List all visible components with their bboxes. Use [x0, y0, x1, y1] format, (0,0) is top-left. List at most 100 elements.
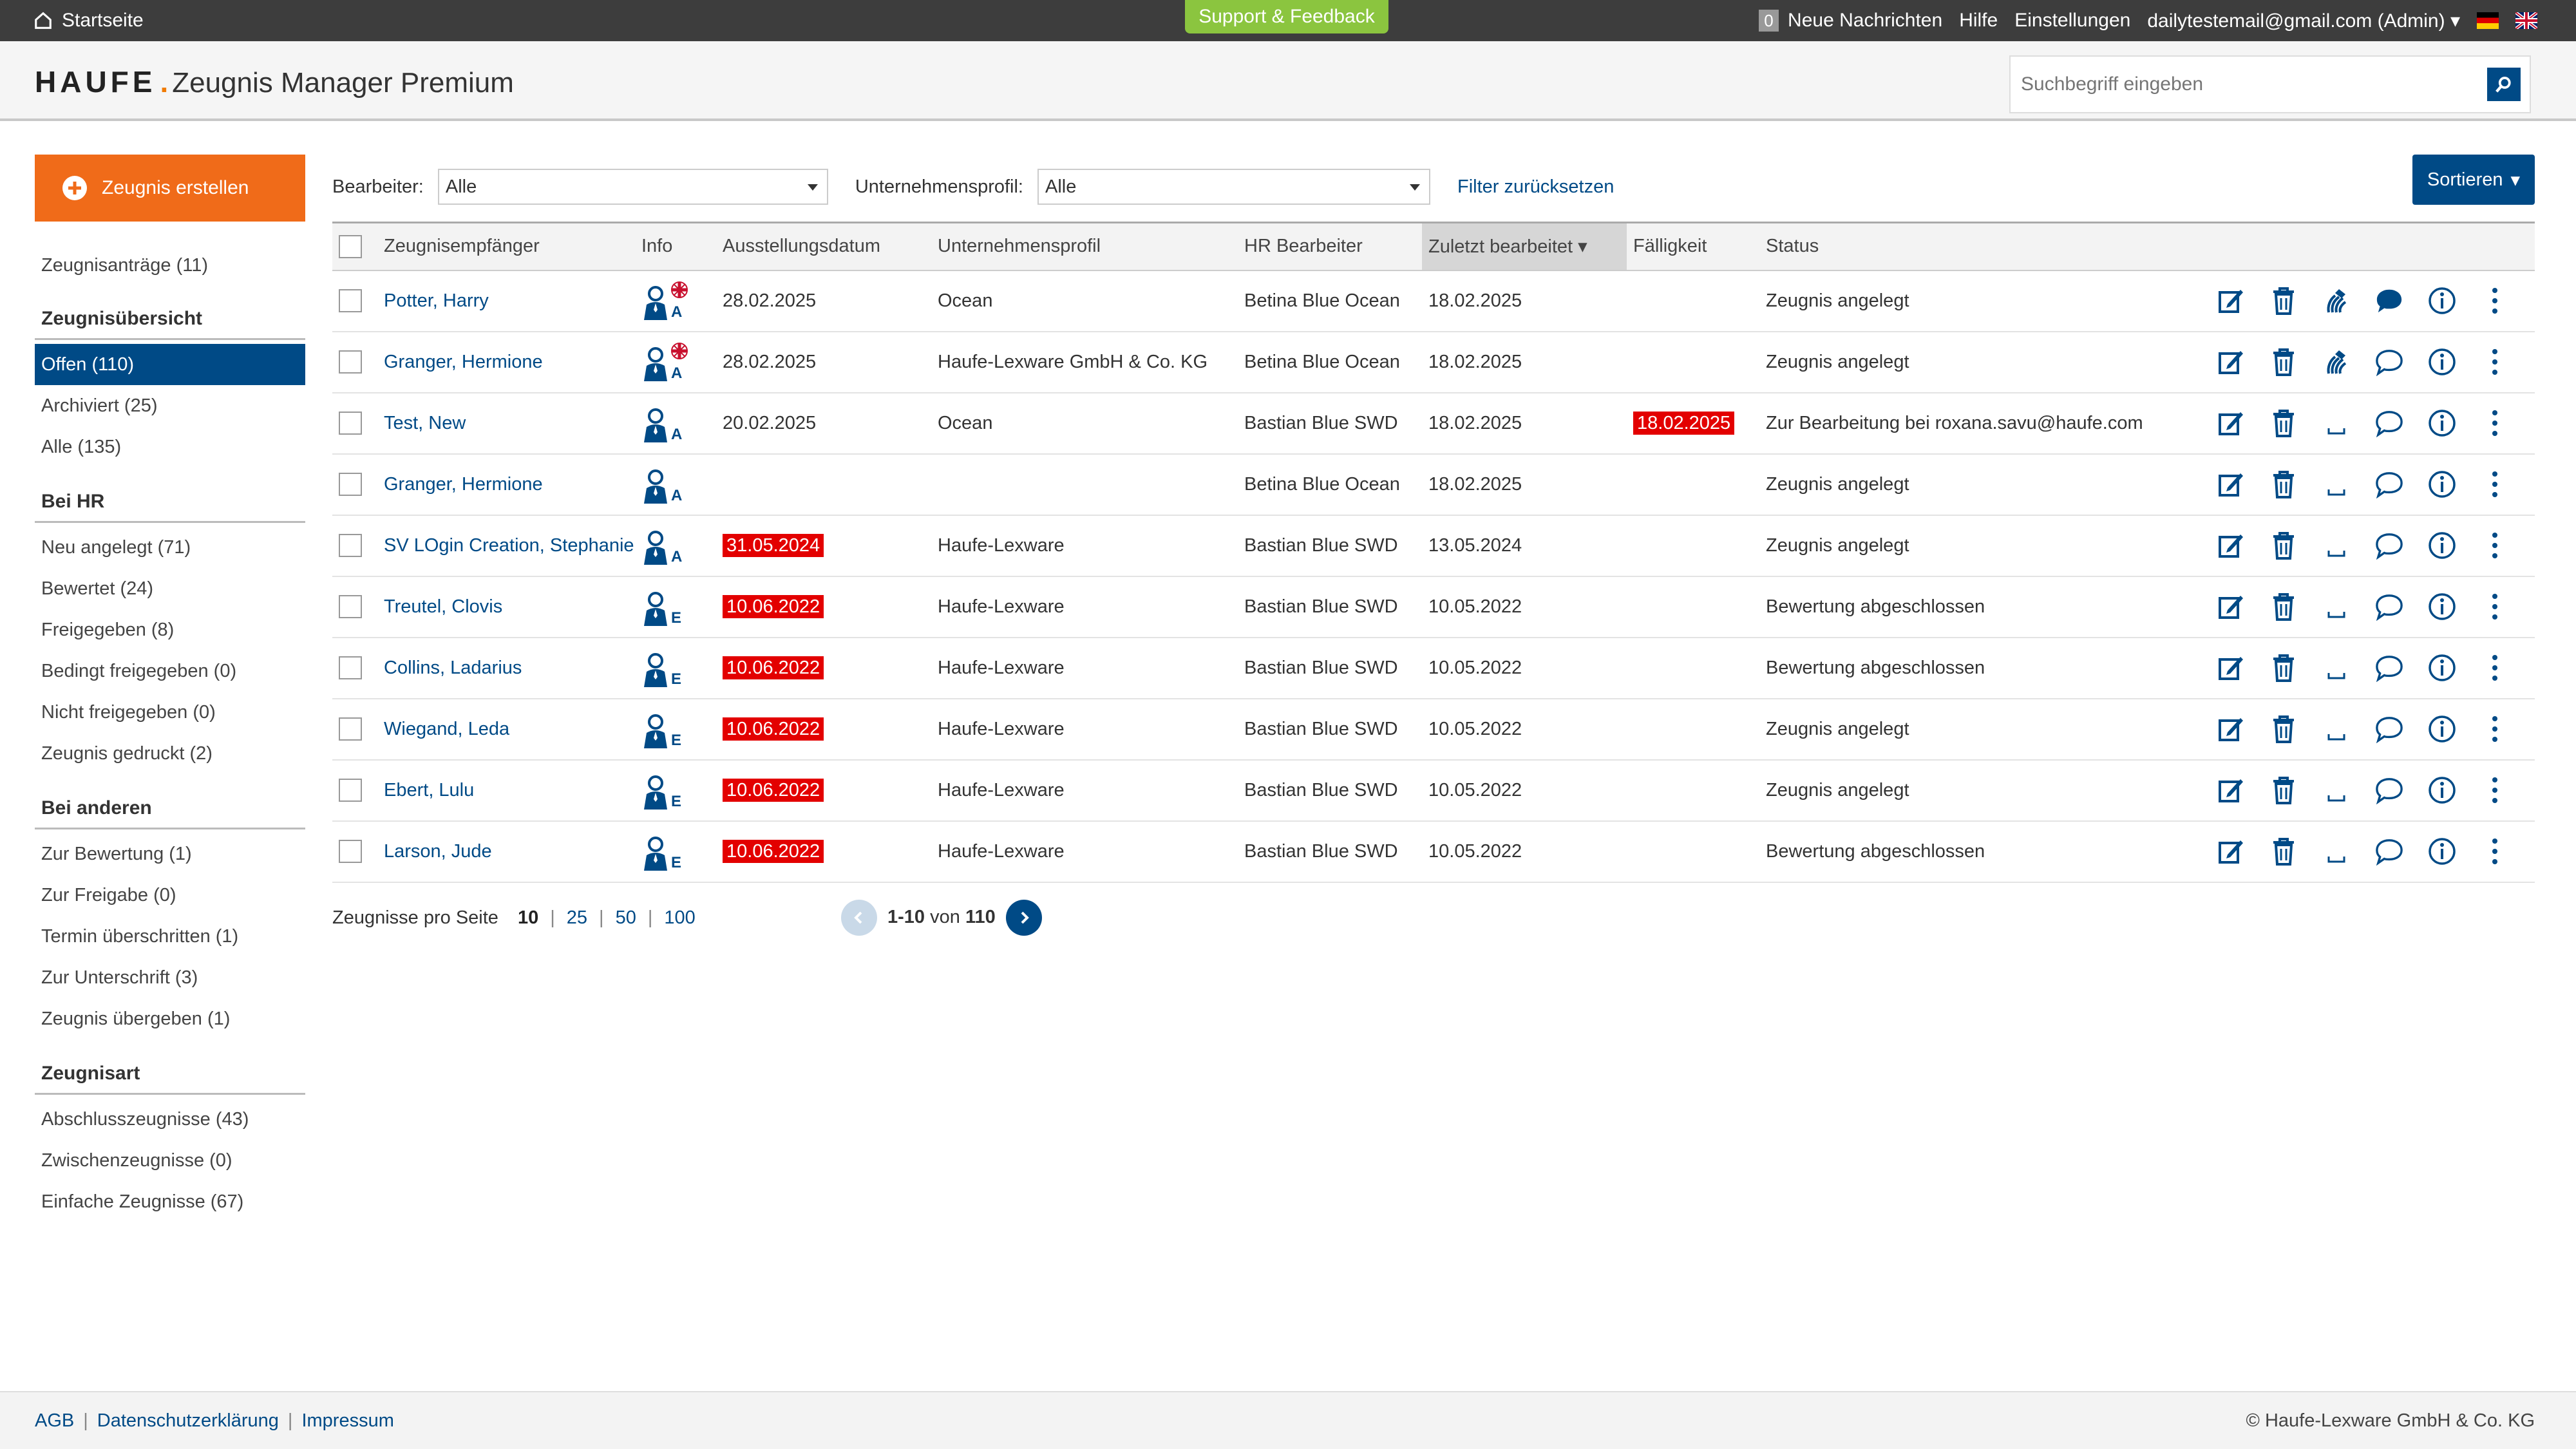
comment-button[interactable]: [2375, 715, 2403, 743]
column-header-recipient[interactable]: Zeugnisempfänger: [377, 223, 635, 270]
sidebar-item[interactable]: Archiviert (25): [35, 385, 305, 426]
recipient-name-link[interactable]: Granger, Hermione: [377, 454, 635, 515]
comment-button[interactable]: [2375, 592, 2403, 621]
sidebar-item[interactable]: Bewertet (24): [35, 568, 305, 609]
signature-button[interactable]: [2322, 470, 2351, 498]
column-header-company-profile[interactable]: Unternehmensprofil: [931, 223, 1238, 270]
row-checkbox[interactable]: [339, 534, 362, 557]
edit-button[interactable]: [2217, 776, 2245, 804]
more-options-button[interactable]: [2481, 715, 2509, 743]
more-options-button[interactable]: [2481, 348, 2509, 376]
settings-link[interactable]: Einstellungen: [2014, 10, 2130, 32]
delete-button[interactable]: [2269, 531, 2298, 560]
signature-button[interactable]: [2322, 592, 2351, 621]
more-options-button[interactable]: [2481, 531, 2509, 560]
comment-button[interactable]: [2375, 837, 2403, 866]
delete-button[interactable]: [2269, 776, 2298, 804]
signature-button[interactable]: [2322, 287, 2351, 315]
delete-button[interactable]: [2269, 470, 2298, 498]
info-button[interactable]: [2428, 592, 2456, 621]
more-options-button[interactable]: [2481, 592, 2509, 621]
sidebar-item[interactable]: Termin überschritten (1): [35, 916, 305, 957]
comment-button[interactable]: [2375, 287, 2403, 315]
sidebar-item[interactable]: Alle (135): [35, 426, 305, 468]
home-link[interactable]: Startseite: [33, 0, 144, 41]
row-checkbox[interactable]: [339, 717, 362, 741]
recipient-name-link[interactable]: SV LOgin Creation, Stephanie: [377, 515, 635, 576]
column-header-status[interactable]: Status: [1759, 223, 2210, 270]
sidebar-item[interactable]: Nicht freigegeben (0): [35, 692, 305, 733]
recipient-name-link[interactable]: Wiegand, Leda: [377, 699, 635, 760]
help-link[interactable]: Hilfe: [1959, 10, 1998, 32]
table-row[interactable]: SV LOgin Creation, Stephanie A 31.05.202…: [332, 515, 2535, 576]
column-header-due[interactable]: Fälligkeit: [1627, 223, 1759, 270]
delete-button[interactable]: [2269, 592, 2298, 621]
edit-button[interactable]: [2217, 470, 2245, 498]
recipient-name-link[interactable]: Collins, Ladarius: [377, 638, 635, 699]
delete-button[interactable]: [2269, 715, 2298, 743]
recipient-name-link[interactable]: Treutel, Clovis: [377, 576, 635, 638]
table-row[interactable]: Granger, Hermione A Betina Blue Ocean 18…: [332, 454, 2535, 515]
signature-button[interactable]: [2322, 715, 2351, 743]
row-checkbox[interactable]: [339, 473, 362, 496]
footer-link-privacy[interactable]: Datenschutzerklärung: [97, 1410, 279, 1432]
sidebar-item-requests[interactable]: Zeugnisanträge (11): [35, 245, 305, 286]
sort-button[interactable]: Sortieren ▾: [2412, 155, 2535, 205]
sidebar-item[interactable]: Freigegeben (8): [35, 609, 305, 650]
delete-button[interactable]: [2269, 287, 2298, 315]
more-options-button[interactable]: [2481, 409, 2509, 437]
column-header-info[interactable]: Info: [635, 223, 716, 270]
sidebar-item[interactable]: Einfache Zeugnisse (67): [35, 1181, 305, 1222]
table-row[interactable]: Potter, Harry A 28.02.2025 Ocean Betina …: [332, 270, 2535, 332]
info-button[interactable]: [2428, 409, 2456, 437]
sidebar-item[interactable]: Abschlusszeugnisse (43): [35, 1099, 305, 1140]
column-header-hr-editor[interactable]: HR Bearbeiter: [1238, 223, 1422, 270]
recipient-name-link[interactable]: Larson, Jude: [377, 821, 635, 882]
sidebar-item[interactable]: Zur Bewertung (1): [35, 833, 305, 875]
sidebar-item[interactable]: Zur Freigabe (0): [35, 875, 305, 916]
sidebar-item[interactable]: Zur Unterschrift (3): [35, 957, 305, 998]
comment-button[interactable]: [2375, 654, 2403, 682]
per-page-option[interactable]: 25: [567, 907, 587, 928]
info-button[interactable]: [2428, 470, 2456, 498]
info-button[interactable]: [2428, 776, 2456, 804]
row-checkbox[interactable]: [339, 350, 362, 374]
filter-reset-link[interactable]: Filter zurücksetzen: [1457, 176, 1614, 198]
more-options-button[interactable]: [2481, 287, 2509, 315]
recipient-name-link[interactable]: Ebert, Lulu: [377, 760, 635, 821]
comment-button[interactable]: [2375, 531, 2403, 560]
logo[interactable]: HAUFE. Zeugnis Manager Premium: [35, 64, 514, 99]
sidebar-item[interactable]: Zeugnis gedruckt (2): [35, 733, 305, 774]
edit-button[interactable]: [2217, 654, 2245, 682]
more-options-button[interactable]: [2481, 470, 2509, 498]
delete-button[interactable]: [2269, 409, 2298, 437]
table-row[interactable]: Granger, Hermione A 28.02.2025 Haufe-Lex…: [332, 332, 2535, 393]
info-button[interactable]: [2428, 531, 2456, 560]
signature-button[interactable]: [2322, 776, 2351, 804]
column-header-issue-date[interactable]: Ausstellungsdatum: [716, 223, 931, 270]
table-row[interactable]: Ebert, Lulu E 10.06.2022 Haufe-Lexware B…: [332, 760, 2535, 821]
signature-button[interactable]: [2322, 409, 2351, 437]
more-options-button[interactable]: [2481, 654, 2509, 682]
edit-button[interactable]: [2217, 592, 2245, 621]
per-page-option[interactable]: 10: [518, 907, 538, 928]
sidebar-item[interactable]: Neu angelegt (71): [35, 527, 305, 568]
info-button[interactable]: [2428, 715, 2456, 743]
info-button[interactable]: [2428, 287, 2456, 315]
table-row[interactable]: Wiegand, Leda E 10.06.2022 Haufe-Lexware…: [332, 699, 2535, 760]
footer-link-agb[interactable]: AGB: [35, 1410, 74, 1432]
messages-link[interactable]: 0 Neue Nachrichten: [1759, 10, 1942, 32]
recipient-name-link[interactable]: Potter, Harry: [377, 270, 635, 332]
footer-link-imprint[interactable]: Impressum: [301, 1410, 393, 1432]
sidebar-item[interactable]: Bedingt freigegeben (0): [35, 650, 305, 692]
sidebar-item[interactable]: Zeugnis übergeben (1): [35, 998, 305, 1039]
info-button[interactable]: [2428, 654, 2456, 682]
comment-button[interactable]: [2375, 348, 2403, 376]
edit-button[interactable]: [2217, 348, 2245, 376]
comment-button[interactable]: [2375, 409, 2403, 437]
select-all-checkbox[interactable]: [339, 234, 362, 258]
previous-page-button[interactable]: [841, 899, 877, 936]
row-checkbox[interactable]: [339, 412, 362, 435]
table-row[interactable]: Collins, Ladarius E 10.06.2022 Haufe-Lex…: [332, 638, 2535, 699]
signature-button[interactable]: [2322, 531, 2351, 560]
